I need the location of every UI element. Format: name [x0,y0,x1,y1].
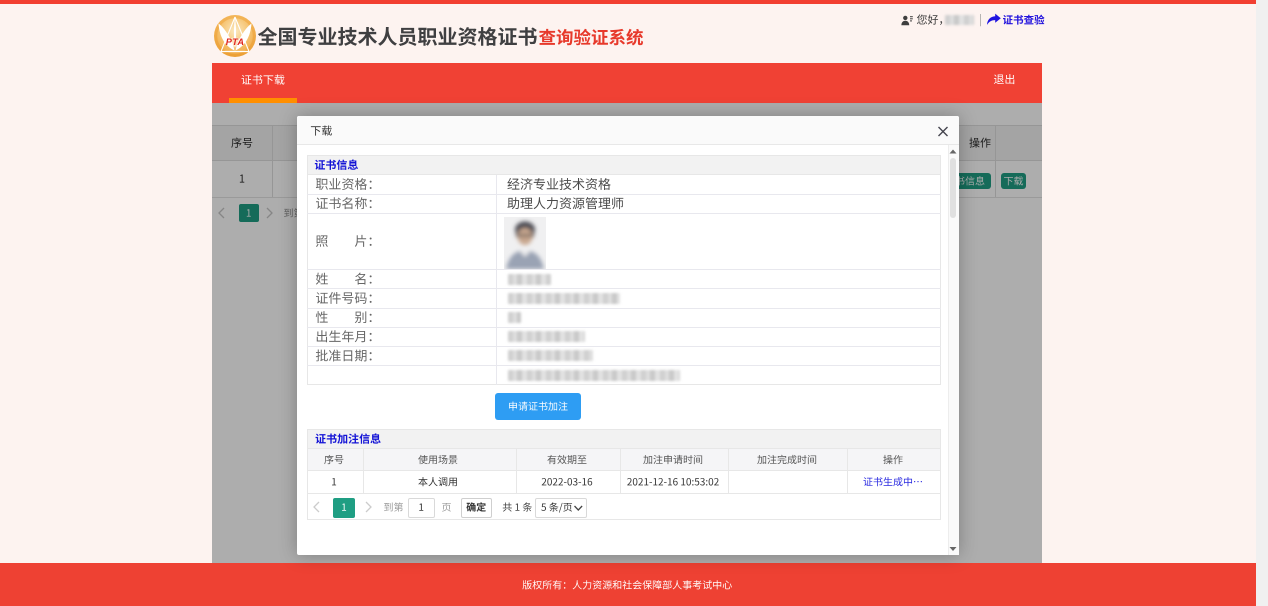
svg-text:PTA: PTA [226,37,245,47]
